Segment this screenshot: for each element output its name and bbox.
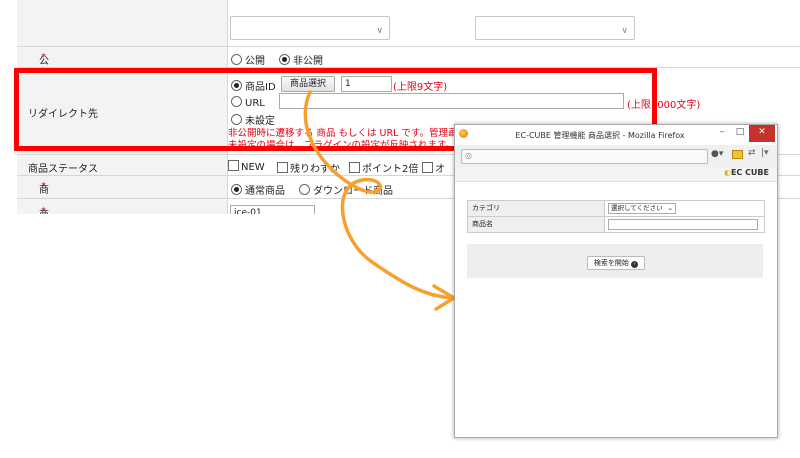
start-search-button[interactable]: 検索を開始 › <box>587 256 645 270</box>
search-button-area: 検索を開始 › <box>467 244 763 278</box>
minimize-icon[interactable]: – <box>713 125 731 142</box>
chevron-down-icon: ⌄ <box>667 204 673 212</box>
product-name-label: 商品名 <box>472 220 493 228</box>
category-select-value: 選択してください <box>611 204 663 212</box>
search-row-product-name: 商品名 <box>468 217 764 232</box>
bookmark-icon[interactable] <box>732 150 743 159</box>
site-identity-icon: ◎ <box>465 151 472 160</box>
category-label: カテゴリ <box>472 204 500 212</box>
ec-cube-logo-text: EC CUBE <box>730 168 769 177</box>
menu-icon[interactable]: |▾ <box>761 148 769 158</box>
arrow-curve <box>303 90 454 300</box>
window-title: EC-CUBE 管理機能 商品選択 - Mozilla Firefox <box>515 131 685 140</box>
category-label-cell: カテゴリ <box>468 201 605 216</box>
arrow-right-circle-icon: › <box>631 261 639 268</box>
page-header: ◐EC CUBE <box>455 167 777 182</box>
search-table: カテゴリ 選択してください ⌄ 商品名 <box>467 200 765 233</box>
product-name-input[interactable] <box>608 219 758 230</box>
ec-cube-logo: ◐EC CUBE <box>724 168 769 177</box>
product-select-popup-window: EC-CUBE 管理機能 商品選択 - Mozilla Firefox – □ … <box>454 124 778 438</box>
close-icon[interactable]: ✕ <box>749 125 775 142</box>
browser-toolbar: ◎ ●▾ ⇄ |▾ <box>455 145 777 168</box>
maximize-icon[interactable]: □ <box>731 125 749 142</box>
category-select[interactable]: 選択してください ⌄ <box>608 203 676 214</box>
start-search-label: 検索を開始 <box>593 259 629 267</box>
ec-cube-logo-mark: ◐ <box>723 168 731 177</box>
url-bar[interactable]: ◎ <box>461 149 708 164</box>
search-row-category: カテゴリ 選択してください ⌄ <box>468 201 764 217</box>
product-name-label-cell: 商品名 <box>468 217 605 232</box>
page-body: カテゴリ 選択してください ⌄ 商品名 検索を開始 › <box>455 182 777 437</box>
search-engine-icon[interactable]: ●▾ <box>711 149 723 159</box>
window-titlebar[interactable]: EC-CUBE 管理機能 商品選択 - Mozilla Firefox – □ … <box>455 125 777 145</box>
transfer-icon[interactable]: ⇄ <box>748 148 756 158</box>
